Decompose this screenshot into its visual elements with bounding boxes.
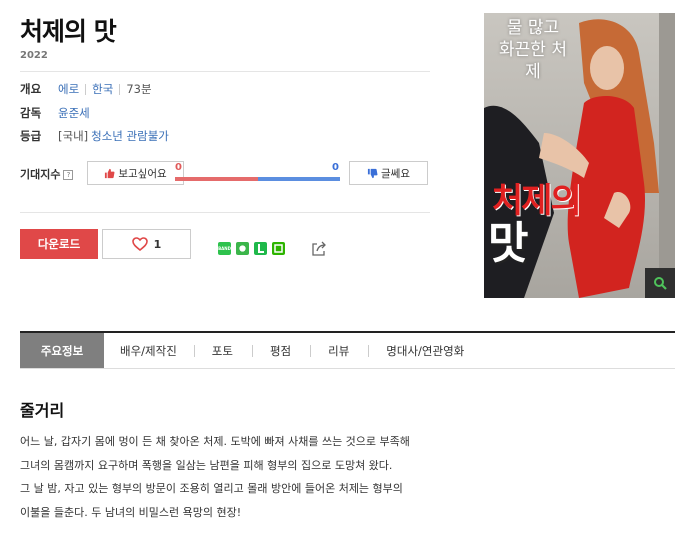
line-icon[interactable] (254, 242, 267, 255)
meh-count: 0 (332, 162, 339, 173)
tab-reviews[interactable]: 리뷰 (328, 333, 349, 368)
expectation-label-text: 기대지수 (20, 168, 61, 181)
rating-label: 등급 (20, 129, 42, 143)
tab-ratings[interactable]: 평점 (270, 333, 291, 368)
synopsis-line: 그녀의 몸캠까지 요구하며 폭행을 일삼는 남편을 피해 형부의 집으로 도망쳐… (20, 458, 393, 472)
not-sure-button[interactable]: 글쎄요 (349, 161, 428, 185)
like-count: 1 (153, 237, 162, 251)
poster-tagline: 물 많고 화끈한 처제 (499, 18, 567, 82)
rating-row: 등급 [국내] 청소년 관람불가 (20, 127, 169, 145)
synopsis-line: 어느 날, 갑자기 몸에 멍이 든 채 찾아온 처제. 도박에 빠져 사채를 쓰… (20, 435, 410, 448)
separator (85, 83, 87, 95)
share-icons: BAND (218, 242, 285, 255)
rating-region: [국내] (58, 129, 89, 143)
magnifier-icon (654, 277, 667, 290)
like-button[interactable]: 1 (102, 229, 191, 259)
want-to-see-button[interactable]: 보고싶어요 (87, 161, 184, 185)
rating-link[interactable]: 청소년 관람불가 (91, 128, 169, 144)
download-button[interactable]: 다운로드 (20, 229, 98, 259)
expectation-index: 기대지수? 보고싶어요 0 0 글쎄요 (20, 161, 430, 185)
want-count: 0 (175, 162, 182, 173)
expectation-bar (175, 177, 340, 181)
synopsis-heading: 줄거리 (20, 401, 65, 420)
kakaostory-icon[interactable] (236, 242, 249, 255)
divider (20, 212, 430, 213)
overview-label: 개요 (20, 82, 42, 96)
band-icon[interactable]: BAND (218, 242, 231, 255)
movie-title: 처제의 맛 (20, 17, 117, 46)
poster-title-line2: 맛 (488, 218, 529, 269)
zoom-button[interactable] (645, 268, 675, 298)
help-icon[interactable]: ? (63, 170, 74, 180)
share-icon[interactable] (310, 240, 328, 258)
synopsis-text: 어느 날, 갑자기 몸에 멍이 든 채 찾아온 처제. 도박에 빠져 사채를 쓰… (20, 430, 480, 524)
not-sure-label: 글쎄요 (381, 167, 410, 180)
synopsis-line: 이불을 들춘다. 두 남녀의 비밀스런 욕망의 현장! (20, 505, 242, 519)
heart-icon (131, 237, 148, 251)
want-to-see-label: 보고싶어요 (118, 167, 167, 180)
tab-separator (310, 344, 312, 357)
want-bar-fill (175, 177, 258, 181)
thumbs-down-icon (367, 168, 378, 178)
naver-icon[interactable] (272, 242, 285, 255)
meh-bar-fill (257, 177, 340, 181)
tab-photo[interactable]: 포토 (212, 333, 233, 368)
director-link[interactable]: 윤준세 (58, 105, 90, 121)
director-label: 감독 (20, 106, 42, 120)
genre-link[interactable]: 에로 (58, 81, 79, 97)
overview-row: 개요 에로 한국 73분 (20, 80, 152, 98)
tab-quotes-related[interactable]: 명대사/연관영화 (386, 333, 464, 368)
thumbs-up-icon (105, 168, 115, 178)
tab-cast-crew[interactable]: 배우/제작진 (120, 333, 177, 368)
tab-main-info[interactable]: 주요정보 (20, 333, 104, 368)
detail-tabs: 주요정보 배우/제작진 포토 평점 리뷰 명대사/연관영화 (20, 331, 675, 369)
synopsis-line: 그 날 밤, 자고 있는 형부의 방문이 조용히 열리고 몰래 방안에 들어온 … (20, 482, 403, 495)
tab-separator (193, 344, 195, 357)
divider (20, 71, 430, 72)
runtime: 73분 (126, 82, 152, 96)
director-row: 감독 윤준세 (20, 104, 90, 122)
tab-separator (251, 344, 253, 357)
separator (119, 83, 121, 95)
movie-poster[interactable]: 물 많고 화끈한 처제 처제의 맛 (484, 13, 675, 298)
movie-year: 2022 (20, 50, 48, 61)
tab-separator (368, 344, 370, 357)
country-link[interactable]: 한국 (92, 81, 113, 97)
expectation-label: 기대지수? (20, 166, 74, 182)
